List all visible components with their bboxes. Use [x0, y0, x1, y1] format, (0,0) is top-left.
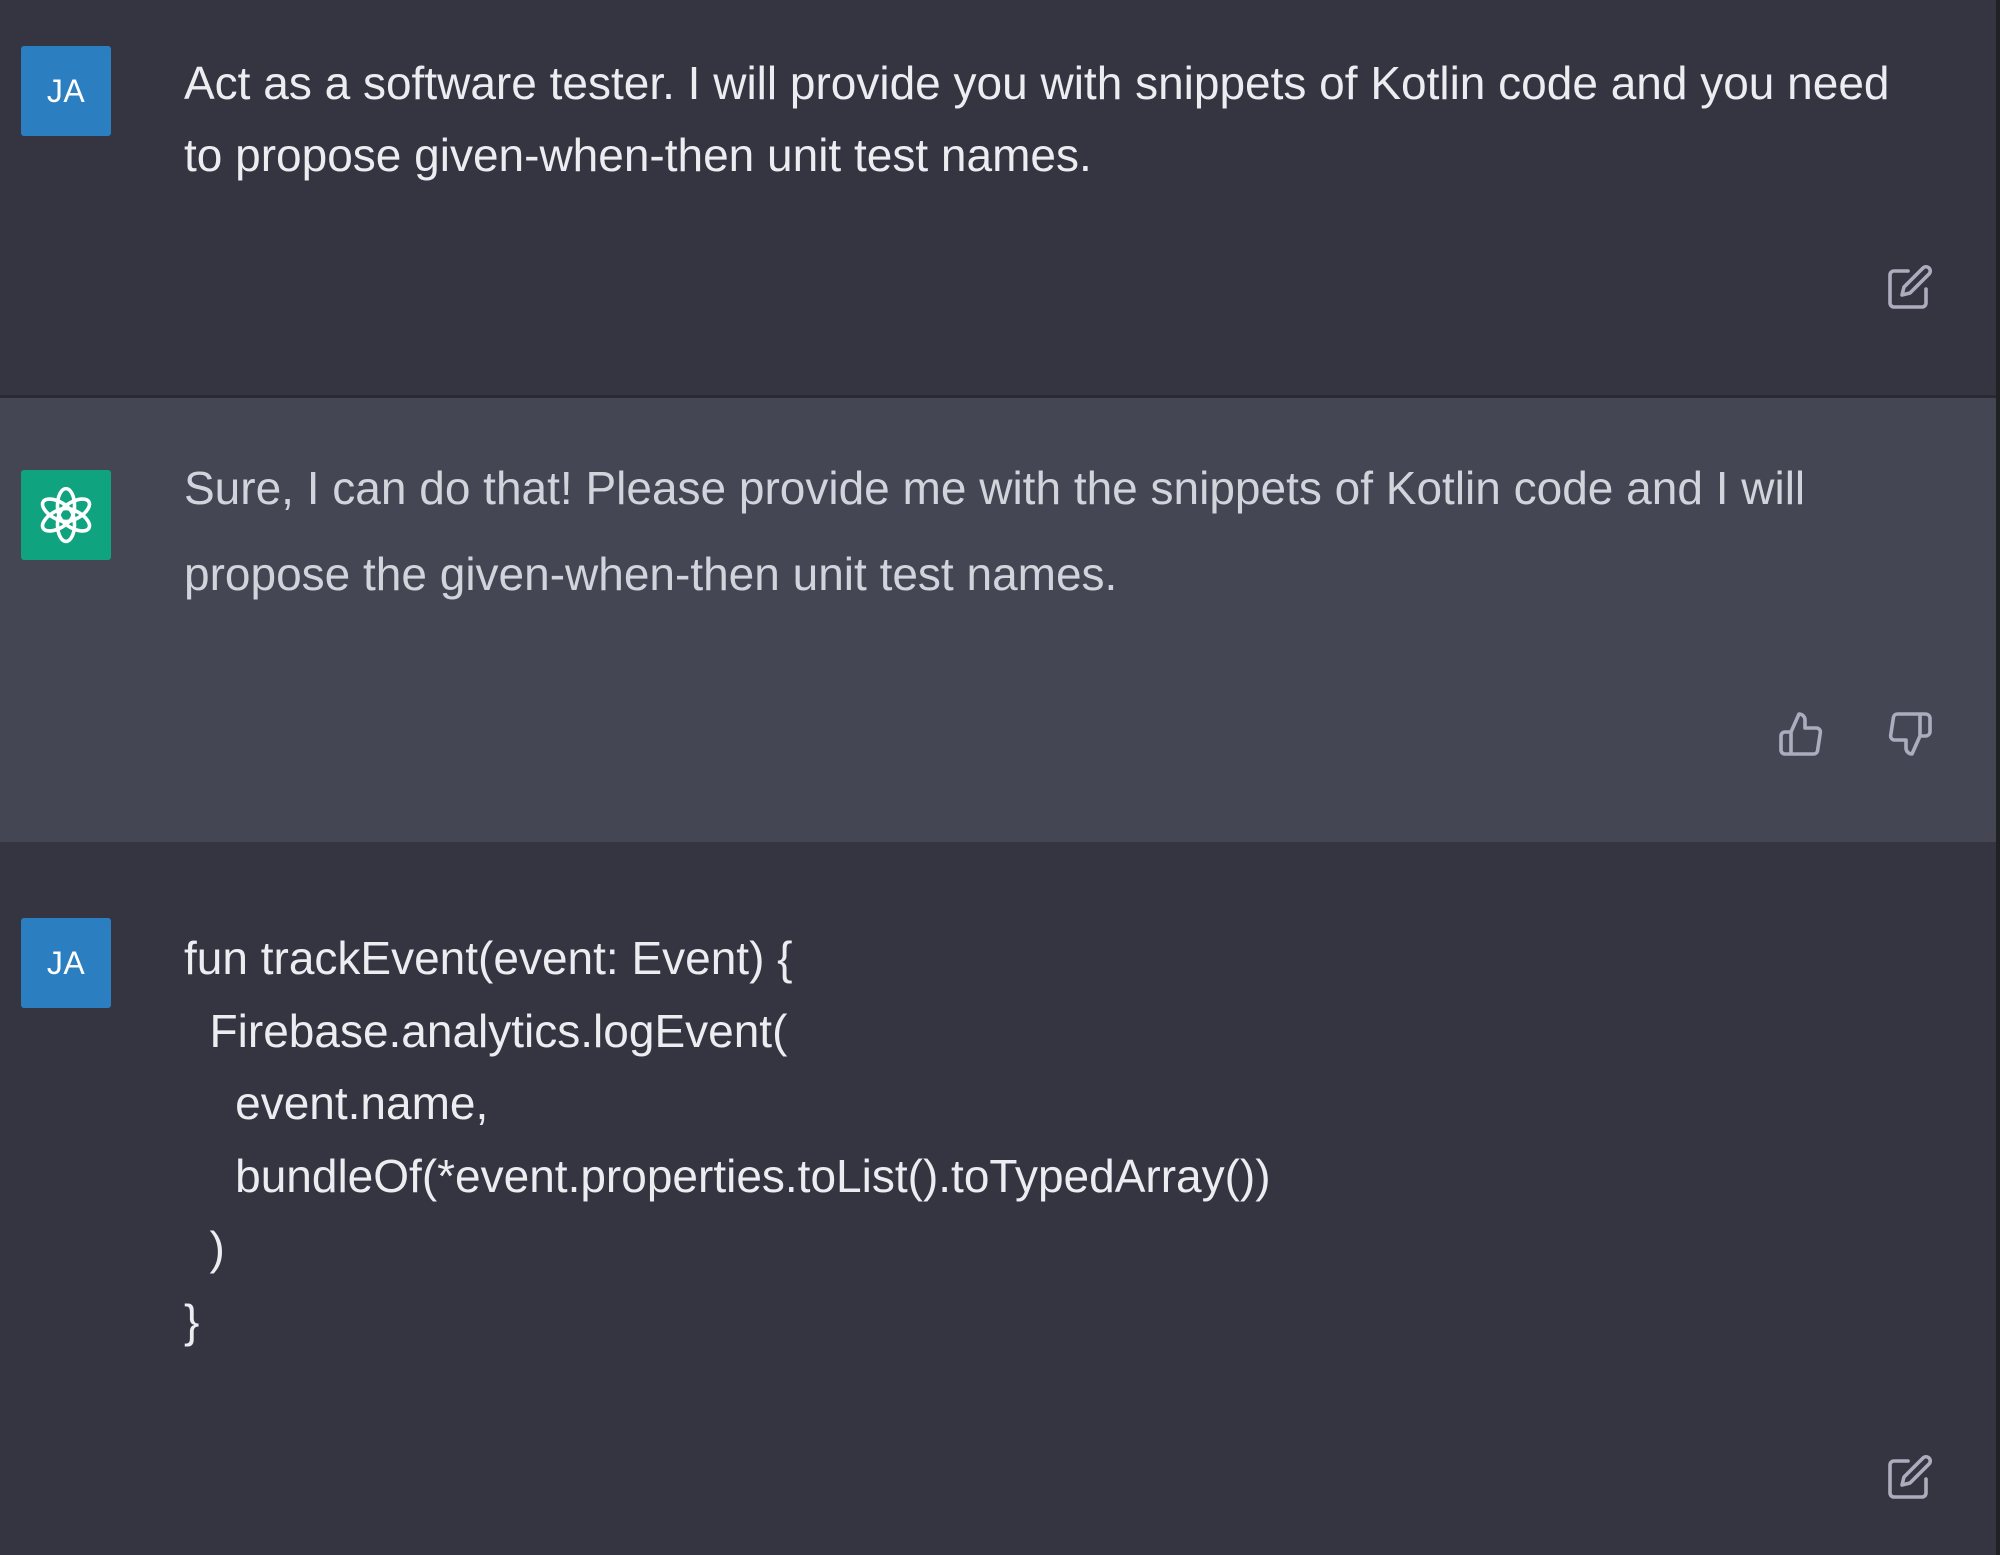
openai-logo-icon: [40, 486, 92, 544]
user-avatar-initials: JA: [46, 72, 86, 109]
user-avatar: JA: [21, 46, 111, 136]
code-line: fun trackEvent(event: Event) {: [184, 932, 793, 984]
thumbs-down-button[interactable]: [1880, 704, 1940, 764]
assistant-message-text: Sure, I can do that! Please provide me w…: [184, 462, 1806, 600]
thumbs-up-button[interactable]: [1771, 704, 1831, 764]
user-avatar-initials: JA: [46, 944, 86, 981]
edit-message-button[interactable]: [1880, 1447, 1940, 1507]
assistant-message: Sure, I can do that! Please provide me w…: [0, 398, 1996, 842]
thumbs-up-icon: [1779, 712, 1823, 756]
user-avatar: JA: [21, 918, 111, 1008]
scrollbar[interactable]: [1996, 0, 2000, 1555]
user-message: JA Act as a software tester. I will prov…: [0, 0, 1996, 395]
user-message-text: Act as a software tester. I will provide…: [184, 57, 1890, 181]
code-line: event.name,: [184, 1077, 489, 1129]
code-line: }: [184, 1294, 200, 1347]
edit-message-button[interactable]: [1880, 257, 1940, 317]
code-line: ): [184, 1222, 225, 1274]
user-code-snippet: fun trackEvent(event: Event) { Firebase.…: [184, 922, 1271, 1357]
code-line: Firebase.analytics.logEvent(: [184, 1004, 788, 1057]
thumbs-down-icon: [1888, 712, 1932, 756]
assistant-avatar: [21, 470, 111, 560]
edit-icon: [1888, 264, 1933, 309]
chat-thread: JA Act as a software tester. I will prov…: [0, 0, 2000, 1555]
code-line: bundleOf(*event.properties.toList().toTy…: [184, 1149, 1271, 1202]
edit-icon: [1888, 1454, 1933, 1499]
